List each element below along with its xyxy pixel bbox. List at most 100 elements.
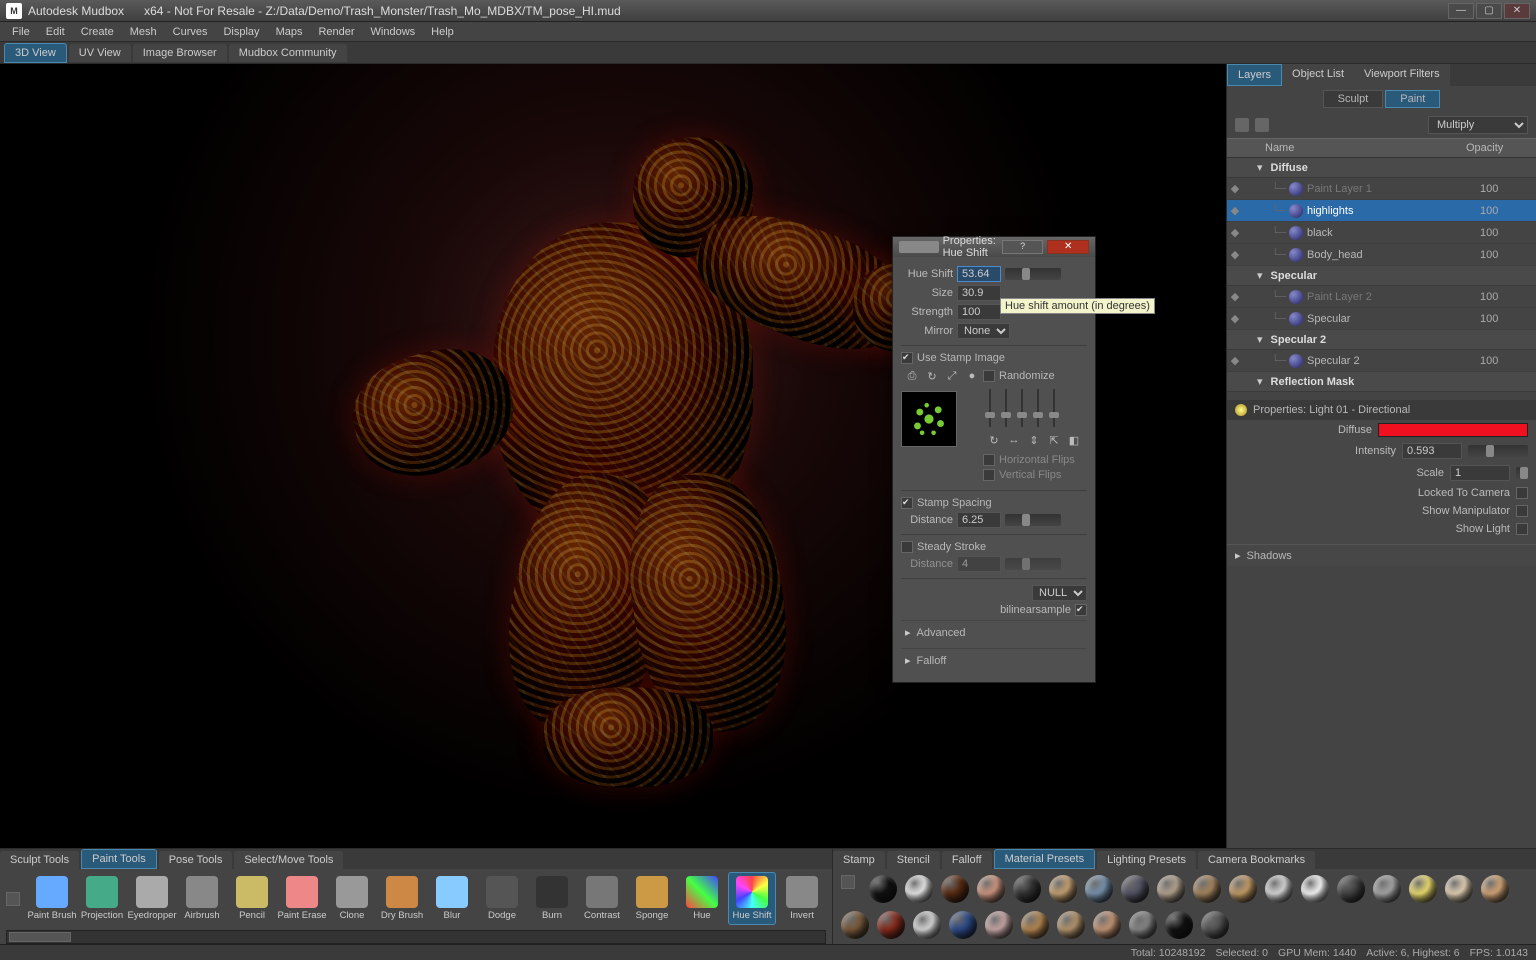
advanced-section[interactable]: Advanced [901,620,1087,644]
shadows-section[interactable]: Shadows [1227,544,1536,566]
menu-render[interactable]: Render [310,24,362,40]
preset-tab-material-presets[interactable]: Material Presets [994,849,1095,869]
menu-help[interactable]: Help [423,24,462,40]
shelf-tab-select-move-tools[interactable]: Select/Move Tools [234,851,343,869]
preset-tab-camera-bookmarks[interactable]: Camera Bookmarks [1198,851,1315,869]
tool-paint-brush[interactable]: Paint Brush [28,873,76,924]
tool-clone[interactable]: Clone [328,873,376,924]
shelf-tab-paint-tools[interactable]: Paint Tools [81,849,157,869]
stamp-tool-reset-icon[interactable]: ● [965,369,979,383]
layer-opacity[interactable]: 100 [1480,313,1536,325]
preset-menu-icon[interactable] [841,875,855,889]
viewtab-3d-view[interactable]: 3D View [4,43,67,63]
layer-group-specular[interactable]: Specular [1227,266,1536,286]
intensity-field[interactable] [1402,443,1462,459]
menu-windows[interactable]: Windows [363,24,424,40]
layer-row[interactable]: ◆└─Specular 2100 [1227,350,1536,372]
material-preset[interactable] [1409,875,1437,903]
panel-tab-layers[interactable]: Layers [1227,64,1282,86]
layer-visibility-icon[interactable]: ◆ [1227,312,1243,325]
tool-airbrush[interactable]: Airbrush [178,873,226,924]
trash-icon[interactable] [1255,118,1269,132]
randomize-slider-3[interactable] [1021,389,1023,427]
steady-checkbox[interactable] [901,541,913,553]
material-preset[interactable] [1057,911,1085,939]
dialog-help-button[interactable]: ? [1002,240,1044,254]
menu-file[interactable]: File [4,24,38,40]
tool-scrollbar[interactable] [6,930,826,944]
layer-row[interactable]: ◆└─black100 [1227,222,1536,244]
preset-tab-stamp[interactable]: Stamp [833,851,885,869]
tool-burn[interactable]: Burn [528,873,576,924]
stamp-export-icon[interactable]: ⇱ [1047,433,1061,447]
stamp-tool-pin-icon[interactable]: ⎙ [905,369,919,383]
locked-checkbox[interactable] [1516,487,1528,499]
material-preset[interactable] [941,875,969,903]
randomize-slider-2[interactable] [1005,389,1007,427]
tool-blur[interactable]: Blur [428,873,476,924]
layer-opacity[interactable]: 100 [1480,183,1536,195]
material-preset[interactable] [1481,875,1509,903]
blend-mode-select[interactable]: Multiply [1428,116,1528,134]
tool-eyedropper[interactable]: Eyedropper [128,873,176,924]
stamp-scale-icon[interactable]: ⇕ [1027,433,1041,447]
tool-pencil[interactable]: Pencil [228,873,276,924]
preset-tab-stencil[interactable]: Stencil [887,851,940,869]
layer-visibility-icon[interactable]: ◆ [1227,248,1243,261]
hflip-checkbox[interactable] [983,454,995,466]
shelf-menu-icon[interactable] [6,892,20,906]
tool-hue-shift[interactable]: Hue Shift [728,872,776,925]
material-preset[interactable] [1229,875,1257,903]
tool-paint-erase[interactable]: Paint Erase [278,873,326,924]
maximize-button[interactable]: ▢ [1476,3,1502,19]
null-select[interactable]: NULL [1032,585,1087,601]
randomize-slider-1[interactable] [989,389,991,427]
layer-visibility-icon[interactable]: ◆ [1227,290,1243,303]
col-name[interactable]: Name [1259,139,1460,157]
layer-opacity[interactable]: 100 [1480,227,1536,239]
stamp-tool-resize-icon[interactable]: ⤢ [945,369,959,383]
layer-visibility-icon[interactable]: ◆ [1227,354,1243,367]
stamp-spacing-checkbox[interactable] [901,497,913,509]
layer-opacity[interactable]: 100 [1480,249,1536,261]
falloff-section[interactable]: Falloff [901,648,1087,672]
material-preset[interactable] [1337,875,1365,903]
randomize-slider-4[interactable] [1037,389,1039,427]
shelf-tab-sculpt-tools[interactable]: Sculpt Tools [0,851,79,869]
visibility-icon[interactable] [1235,118,1249,132]
tool-dodge[interactable]: Dodge [478,873,526,924]
menu-edit[interactable]: Edit [38,24,73,40]
menu-maps[interactable]: Maps [268,24,311,40]
viewtab-mudbox-community[interactable]: Mudbox Community [229,44,347,62]
layer-visibility-icon[interactable]: ◆ [1227,226,1243,239]
light-properties-header[interactable]: Properties: Light 01 - Directional [1227,400,1536,420]
viewtab-image-browser[interactable]: Image Browser [133,44,227,62]
mirror-select[interactable]: None [957,323,1010,339]
layer-row[interactable]: ◆└─highlights100 [1227,200,1536,222]
material-preset[interactable] [1301,875,1329,903]
layer-row[interactable]: ◆└─Paint Layer 2100 [1227,286,1536,308]
bilinear-checkbox[interactable] [1075,604,1087,616]
material-preset[interactable] [1013,875,1041,903]
preset-tab-lighting-presets[interactable]: Lighting Presets [1097,851,1196,869]
close-button[interactable]: ✕ [1504,3,1530,19]
material-preset[interactable] [949,911,977,939]
stamp-settings-icon[interactable]: ◧ [1067,433,1081,447]
material-preset[interactable] [985,911,1013,939]
material-preset[interactable] [841,911,869,939]
material-preset[interactable] [1201,911,1229,939]
distance-field[interactable] [957,512,1001,528]
scale-slider[interactable] [1516,467,1528,479]
vflip-checkbox[interactable] [983,469,995,481]
randomize-checkbox[interactable] [983,370,995,382]
panel-tab-viewport-filters[interactable]: Viewport Filters [1354,64,1450,86]
layer-group-reflection-mask[interactable]: Reflection Mask [1227,372,1536,392]
layer-opacity[interactable]: 100 [1480,205,1536,217]
layer-group-specular-2[interactable]: Specular 2 [1227,330,1536,350]
menu-curves[interactable]: Curves [165,24,216,40]
material-preset[interactable] [1121,875,1149,903]
intensity-slider[interactable] [1468,445,1528,457]
material-preset[interactable] [1265,875,1293,903]
hue-slider[interactable] [1005,268,1061,280]
tool-sponge[interactable]: Sponge [628,873,676,924]
